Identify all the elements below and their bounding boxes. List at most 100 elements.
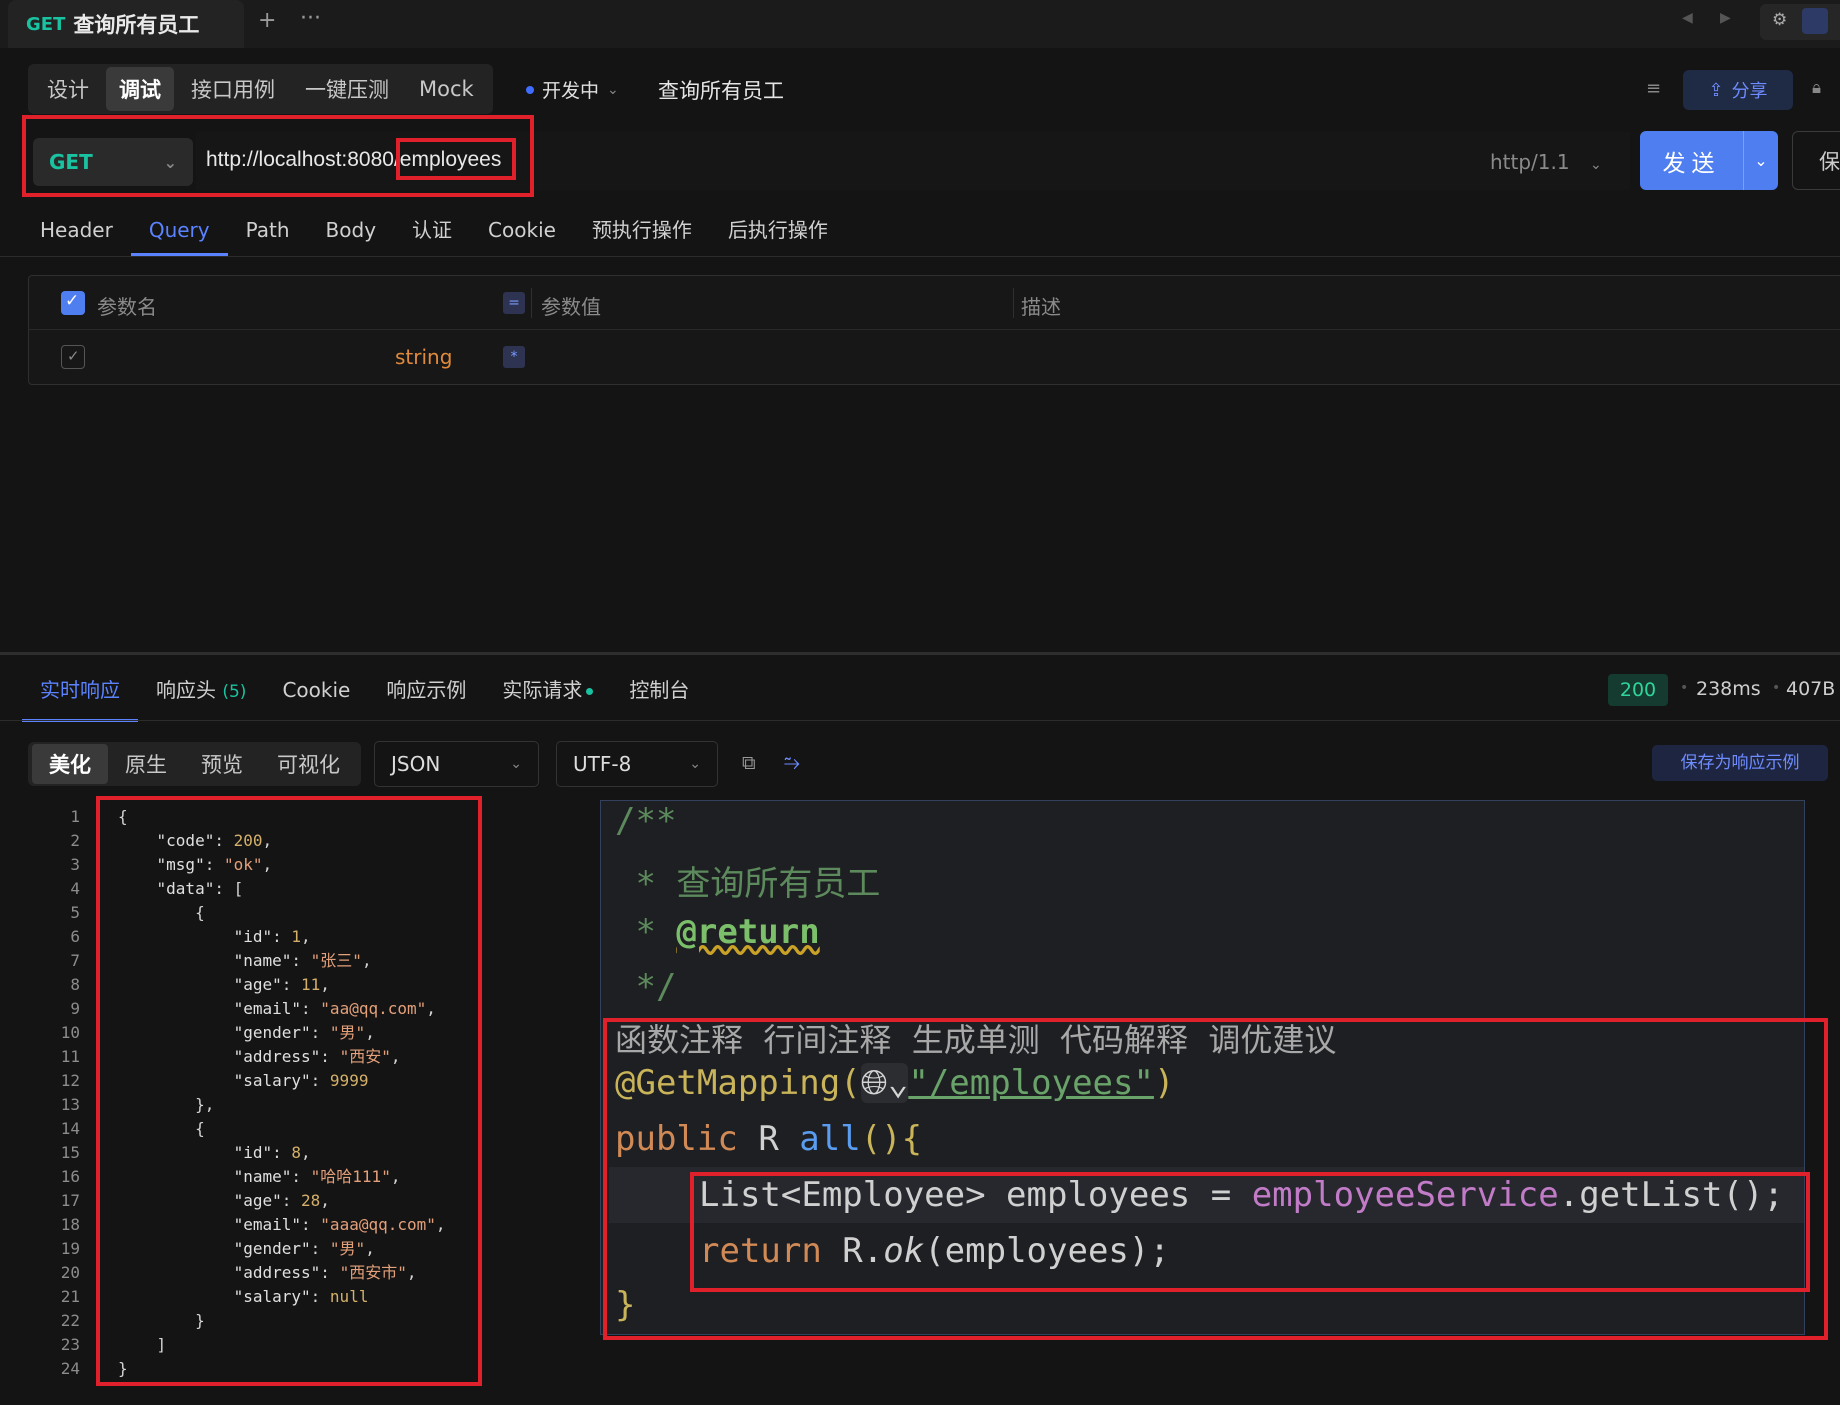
view-preview[interactable]: 预览 bbox=[184, 744, 260, 784]
annotation-box-json bbox=[96, 796, 482, 1386]
view-pretty[interactable]: 美化 bbox=[32, 744, 108, 784]
status-label: 开发中 bbox=[542, 80, 600, 102]
tab-live-response[interactable]: 实时响应 bbox=[22, 666, 138, 722]
row-checkbox[interactable] bbox=[61, 345, 85, 369]
line-number: 7 bbox=[70, 951, 80, 970]
status-code-badge: 200 bbox=[1608, 674, 1668, 706]
mode-tab-cases[interactable]: 接口用例 bbox=[178, 67, 288, 111]
copy-icon[interactable]: ⧉ bbox=[742, 752, 756, 774]
http-version-label: http/1.1 bbox=[1490, 150, 1570, 174]
tab-header[interactable]: Header bbox=[22, 210, 131, 256]
tab-auth[interactable]: 认证 bbox=[394, 210, 470, 256]
tab-actual-request[interactable]: 实际请求 bbox=[484, 666, 611, 712]
tab-query[interactable]: Query bbox=[130, 210, 228, 256]
view-visualize[interactable]: 可视化 bbox=[260, 744, 357, 784]
line-number: 4 bbox=[70, 879, 80, 898]
line-number: 16 bbox=[60, 1167, 80, 1186]
save-as-example-button[interactable]: 保存为响应示例 bbox=[1652, 745, 1828, 781]
line-number: 18 bbox=[60, 1215, 80, 1234]
format-select[interactable]: JSON ⌄ bbox=[374, 741, 539, 787]
lock-icon[interactable]: 🔒︎ bbox=[1812, 78, 1821, 98]
line-number: 8 bbox=[70, 975, 80, 994]
request-tabs: Header Query Path Body 认证 Cookie 预执行操作 后… bbox=[22, 210, 846, 256]
more-icon[interactable]: ··· bbox=[300, 6, 321, 31]
mode-tab-design[interactable]: 设计 bbox=[34, 67, 102, 111]
col-description: 描述 bbox=[1021, 295, 1061, 319]
chevron-down-icon: ⌄ bbox=[607, 81, 619, 98]
line-number: 10 bbox=[60, 1023, 80, 1042]
mode-tab-loadtest[interactable]: 一键压测 bbox=[292, 67, 402, 111]
divider bbox=[0, 720, 1840, 721]
line-number: 21 bbox=[60, 1287, 80, 1306]
mode-tab-debug[interactable]: 调试 bbox=[106, 67, 174, 111]
response-size: 407B bbox=[1786, 678, 1836, 700]
share-button[interactable]: ⇪ 分享 bbox=[1683, 70, 1793, 110]
save-button[interactable]: 保 bbox=[1792, 131, 1840, 190]
params-table: 参数名 = 参数值 描述 string * bbox=[28, 275, 1840, 385]
params-header: 参数名 = 参数值 描述 bbox=[29, 276, 1840, 330]
panel-splitter[interactable] bbox=[0, 652, 1840, 655]
status-dropdown[interactable]: 开发中 ⌄ bbox=[526, 76, 619, 103]
code-doc-close: */ bbox=[615, 967, 677, 1007]
wrap-icon[interactable]: ⥲ bbox=[784, 750, 800, 774]
tab-console[interactable]: 控制台 bbox=[611, 666, 707, 712]
http-version-select[interactable]: http/1.1 ⌄ bbox=[1490, 150, 1602, 174]
select-all-checkbox[interactable] bbox=[61, 291, 85, 315]
env-badge-icon bbox=[1802, 8, 1828, 34]
tab-post-script[interactable]: 后执行操作 bbox=[710, 210, 846, 256]
annotation-box-path bbox=[396, 138, 516, 180]
tab-response-example[interactable]: 响应示例 bbox=[368, 666, 484, 712]
chevron-down-icon[interactable]: ⌄ bbox=[1743, 131, 1778, 190]
plus-icon[interactable]: + bbox=[258, 8, 276, 33]
format-label: JSON bbox=[391, 752, 441, 776]
divider bbox=[531, 288, 532, 318]
status-dot-icon bbox=[586, 688, 594, 695]
code-doc-open: /** bbox=[615, 801, 677, 841]
environment-switcher[interactable]: ⚙ bbox=[1760, 4, 1840, 40]
edit-icon[interactable]: ≡ bbox=[1646, 78, 1661, 99]
encoding-select[interactable]: UTF-8 ⌄ bbox=[556, 741, 718, 787]
separator-dot-icon: • bbox=[1772, 680, 1781, 696]
line-number: 24 bbox=[60, 1359, 80, 1378]
line-number: 22 bbox=[60, 1311, 80, 1330]
code-doc-line: * 查询所有员工 bbox=[615, 864, 881, 904]
bulk-edit-icon[interactable]: = bbox=[503, 292, 525, 314]
params-row: string * bbox=[29, 330, 1840, 384]
response-time: 238ms bbox=[1696, 678, 1761, 700]
encoding-label: UTF-8 bbox=[573, 752, 632, 776]
view-raw[interactable]: 原生 bbox=[108, 744, 184, 784]
tab-pre-script[interactable]: 预执行操作 bbox=[574, 210, 710, 256]
tab-response-headers[interactable]: 响应头 (5) bbox=[138, 666, 264, 712]
tab-active-request[interactable]: GET 查询所有员工 bbox=[8, 0, 244, 48]
annotation-box-body bbox=[690, 1172, 1810, 1292]
prev-tab-icon[interactable]: ◀ bbox=[1682, 10, 1693, 26]
send-button[interactable]: 发送 ⌄ bbox=[1640, 131, 1778, 190]
tab-path[interactable]: Path bbox=[228, 210, 308, 256]
col-param-value: 参数值 bbox=[541, 295, 601, 319]
required-icon[interactable]: * bbox=[503, 346, 525, 368]
separator-dot-icon: • bbox=[1680, 680, 1689, 696]
chevron-down-icon: ⌄ bbox=[1589, 157, 1602, 173]
line-number: 9 bbox=[70, 999, 80, 1018]
tab-response-cookie[interactable]: Cookie bbox=[264, 666, 368, 712]
divider bbox=[0, 256, 1840, 257]
line-number: 3 bbox=[70, 855, 80, 874]
line-number: 11 bbox=[60, 1047, 80, 1066]
chevron-down-icon: ⌄ bbox=[689, 756, 701, 772]
line-number: 14 bbox=[60, 1119, 80, 1138]
code-doc-star: * bbox=[615, 912, 677, 952]
response-headers-label: 响应头 bbox=[156, 678, 216, 702]
status-dot-icon bbox=[526, 85, 534, 94]
api-name[interactable]: 查询所有员工 bbox=[658, 75, 784, 105]
mode-tabs: 设计 调试 接口用例 一键压测 Mock bbox=[28, 64, 493, 114]
mode-tab-mock[interactable]: Mock bbox=[406, 70, 487, 108]
share-icon: ⇪ bbox=[1708, 79, 1724, 101]
line-number: 23 bbox=[60, 1335, 80, 1354]
line-number: 5 bbox=[70, 903, 80, 922]
tab-cookie[interactable]: Cookie bbox=[470, 210, 574, 256]
tab-method: GET bbox=[26, 13, 66, 35]
tab-body[interactable]: Body bbox=[308, 210, 395, 256]
view-mode-tabs: 美化 原生 预览 可视化 bbox=[28, 742, 361, 786]
next-tab-icon[interactable]: ▶ bbox=[1720, 10, 1731, 26]
param-type[interactable]: string bbox=[395, 345, 452, 369]
